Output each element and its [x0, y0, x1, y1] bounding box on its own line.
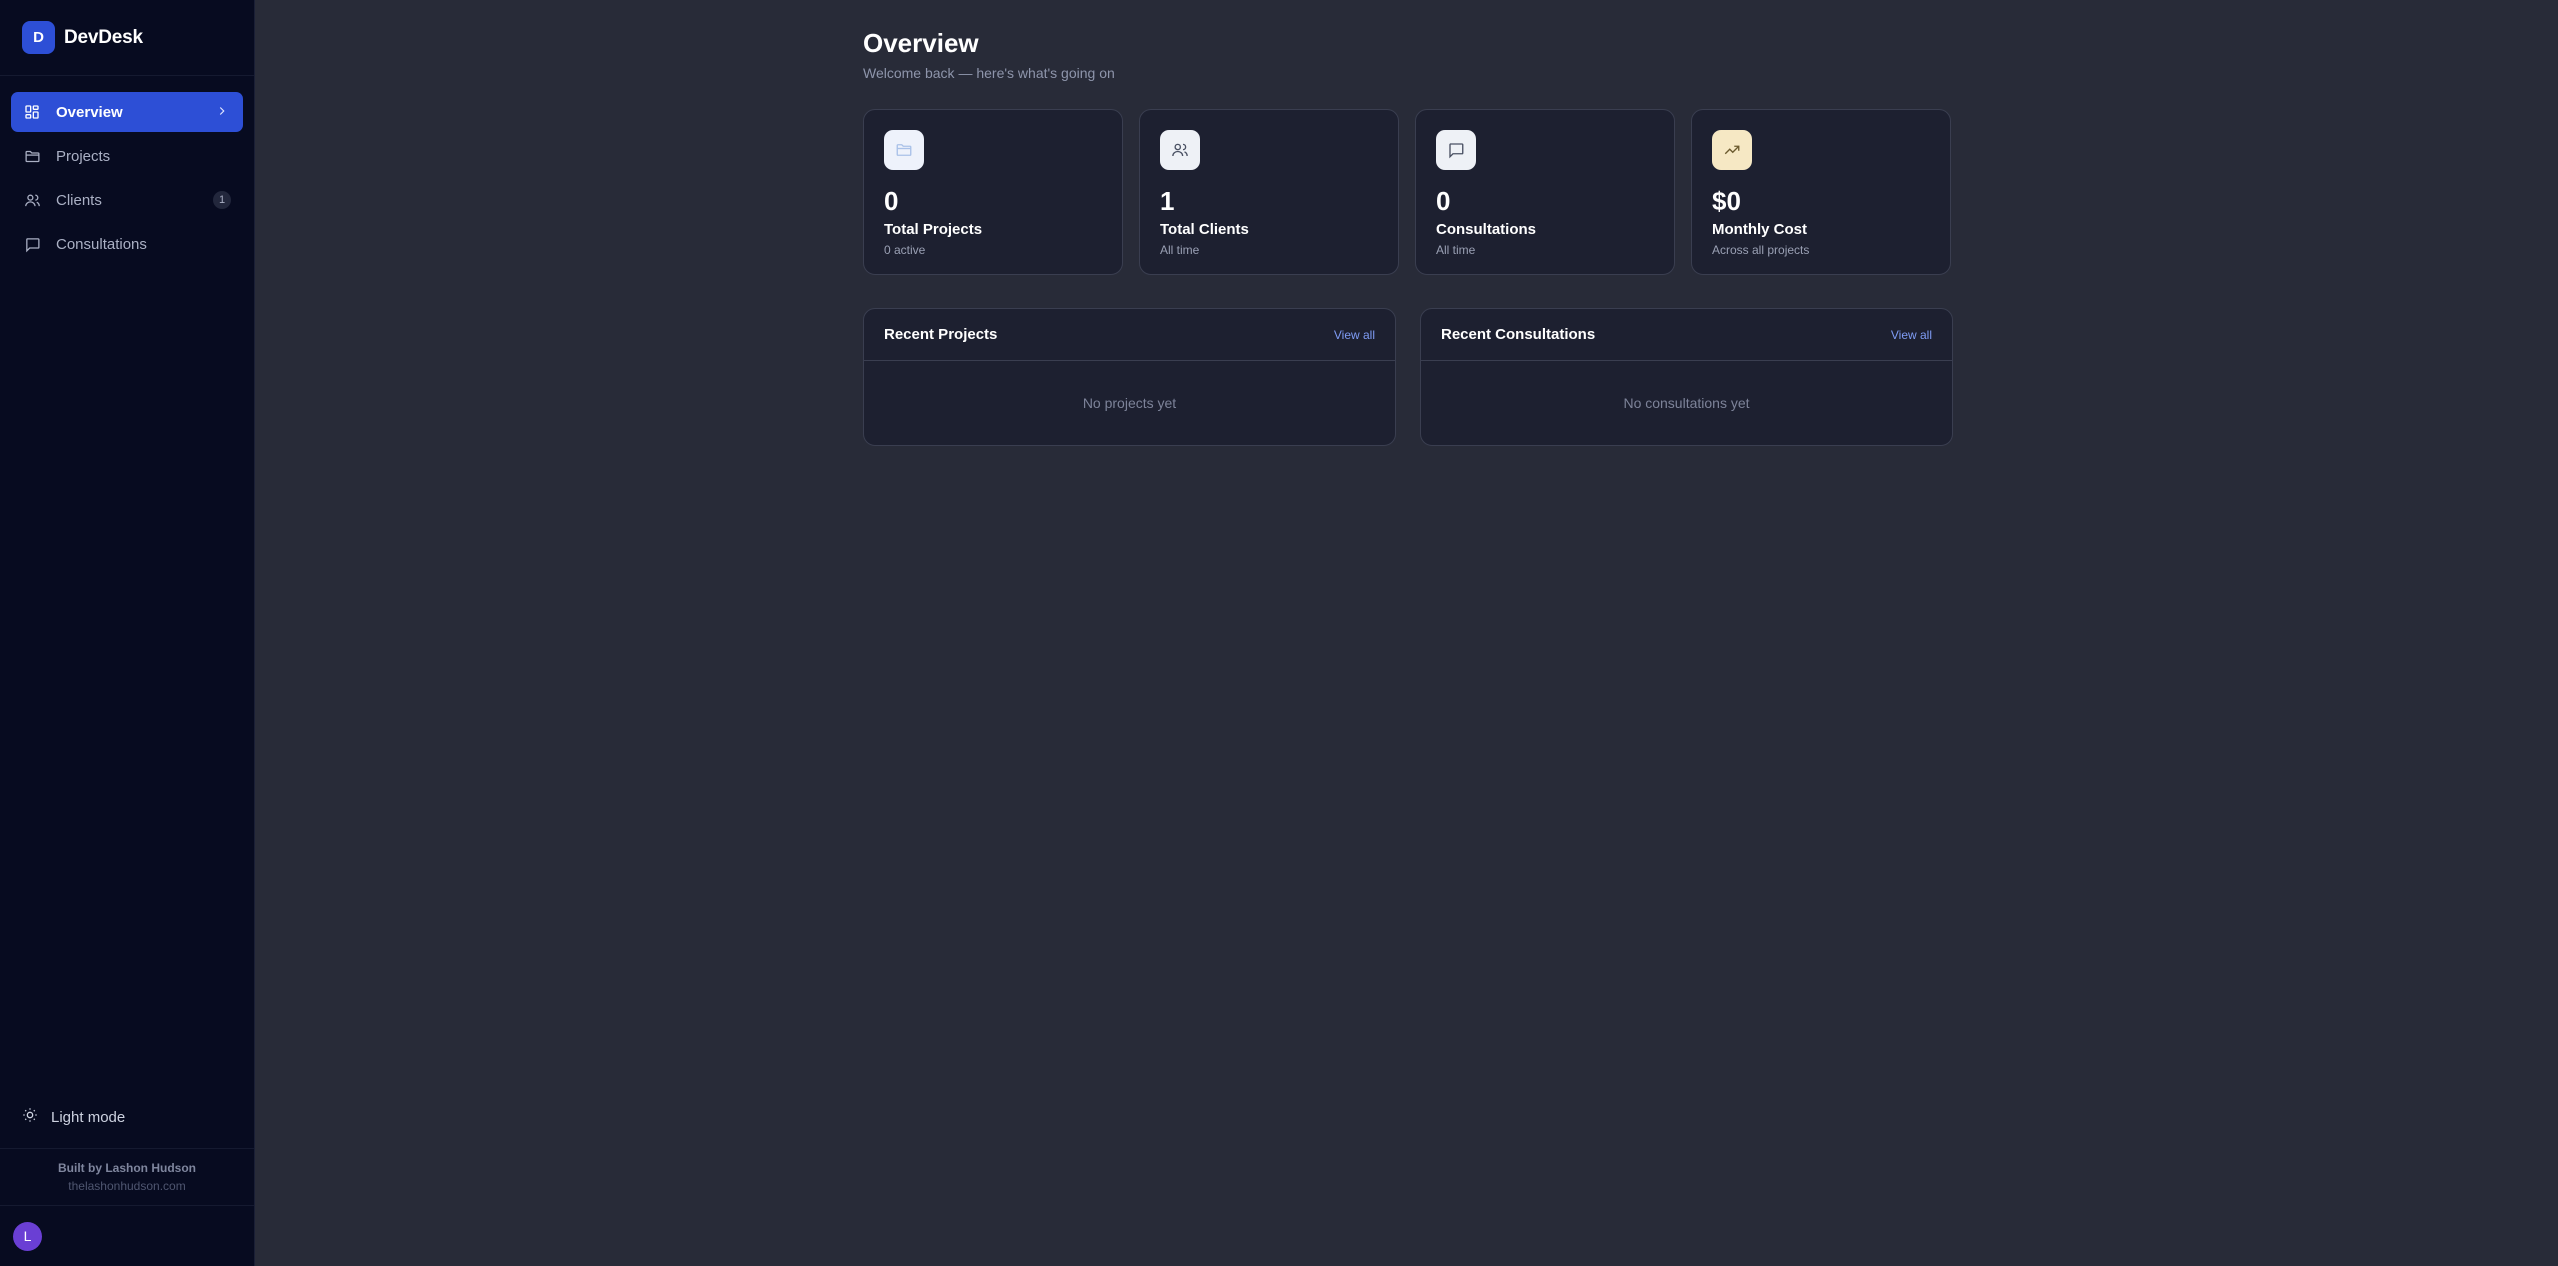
sidebar-item-consultations[interactable]: Consultations	[11, 224, 243, 264]
stat-value: 0	[1436, 186, 1451, 216]
stat-label: Total Clients	[1160, 221, 1249, 238]
stat-card-monthly-cost: $0 Monthly Cost Across all projects	[1691, 109, 1951, 275]
message-icon	[23, 235, 41, 253]
panel-title: Recent Projects	[884, 326, 998, 343]
sidebar-item-projects[interactable]: Projects	[11, 136, 243, 176]
view-all-consultations-link[interactable]: View all	[1891, 328, 1932, 342]
credit: Built by Lashon Hudson thelashonhudson.c…	[0, 1148, 254, 1206]
sidebar-nav: Overview Projects Clients 1 Consultation…	[0, 76, 254, 264]
main-content: Overview Welcome back — here's what's go…	[255, 0, 2558, 1266]
trending-up-icon	[1712, 130, 1752, 170]
sidebar-item-clients[interactable]: Clients 1	[11, 180, 243, 220]
credit-name: Built by Lashon Hudson	[58, 1161, 196, 1175]
stat-value: 1	[1160, 186, 1175, 216]
sidebar-item-label: Overview	[56, 103, 123, 121]
page-subtitle: Welcome back — here's what's going on	[863, 65, 1115, 81]
recent-panels: Recent Projects View all No projects yet…	[863, 308, 1953, 446]
stat-label: Monthly Cost	[1712, 221, 1807, 238]
view-all-projects-link[interactable]: View all	[1334, 328, 1375, 342]
stat-card-consultations: 0 Consultations All time	[1415, 109, 1675, 275]
stat-value: 0	[884, 186, 899, 216]
dashboard-icon	[23, 103, 41, 121]
brand[interactable]: D DevDesk	[0, 0, 254, 76]
app: D DevDesk Overview Projects Clients 1 Co…	[0, 0, 2558, 1266]
clients-count-badge: 1	[213, 191, 231, 209]
page-title: Overview	[863, 28, 979, 58]
stat-subtext: All time	[1436, 243, 1476, 257]
user-row: L	[0, 1206, 254, 1266]
recent-consultations-panel: Recent Consultations View all No consult…	[1420, 308, 1953, 446]
sidebar: D DevDesk Overview Projects Clients 1 Co…	[0, 0, 255, 1266]
empty-state: No projects yet	[1082, 395, 1177, 411]
sidebar-item-label: Projects	[56, 147, 111, 165]
sidebar-item-label: Consultations	[56, 235, 147, 253]
panel-title: Recent Consultations	[1441, 326, 1596, 343]
message-icon	[1436, 130, 1476, 170]
sidebar-item-label: Clients	[56, 191, 102, 209]
stat-card-total-clients: 1 Total Clients All time	[1139, 109, 1399, 275]
stat-label: Consultations	[1436, 221, 1536, 238]
overview-content: Overview Welcome back — here's what's go…	[863, 28, 1953, 446]
brand-name: DevDesk	[64, 26, 143, 48]
folder-icon	[884, 130, 924, 170]
theme-toggle-button[interactable]: Light mode	[0, 1096, 254, 1138]
credit-site-link[interactable]: thelashonhudson.com	[68, 1179, 185, 1193]
stat-subtext: 0 active	[884, 243, 926, 257]
stat-label: Total Projects	[884, 221, 983, 238]
sidebar-footer: Light mode Built by Lashon Hudson thelas…	[0, 1096, 254, 1266]
panel-header: Recent Projects View all	[864, 309, 1395, 361]
sun-icon	[22, 1107, 38, 1127]
panel-header: Recent Consultations View all	[1421, 309, 1952, 361]
recent-projects-panel: Recent Projects View all No projects yet	[863, 308, 1396, 446]
stat-value: $0	[1712, 186, 1741, 216]
sidebar-item-overview[interactable]: Overview	[11, 92, 243, 132]
theme-toggle-label: Light mode	[51, 1108, 126, 1126]
stat-card-total-projects: 0 Total Projects 0 active	[863, 109, 1123, 275]
brand-logo: D	[22, 21, 55, 54]
empty-state: No consultations yet	[1623, 395, 1750, 411]
stat-subtext: All time	[1160, 243, 1200, 257]
chevron-right-icon	[215, 104, 229, 118]
users-icon	[23, 191, 41, 209]
avatar[interactable]: L	[13, 1221, 42, 1251]
users-icon	[1160, 130, 1200, 170]
stat-subtext: Across all projects	[1712, 243, 1810, 257]
stats-row: 0 Total Projects 0 active 1 Total Client…	[863, 109, 1953, 275]
folder-icon	[23, 147, 41, 165]
